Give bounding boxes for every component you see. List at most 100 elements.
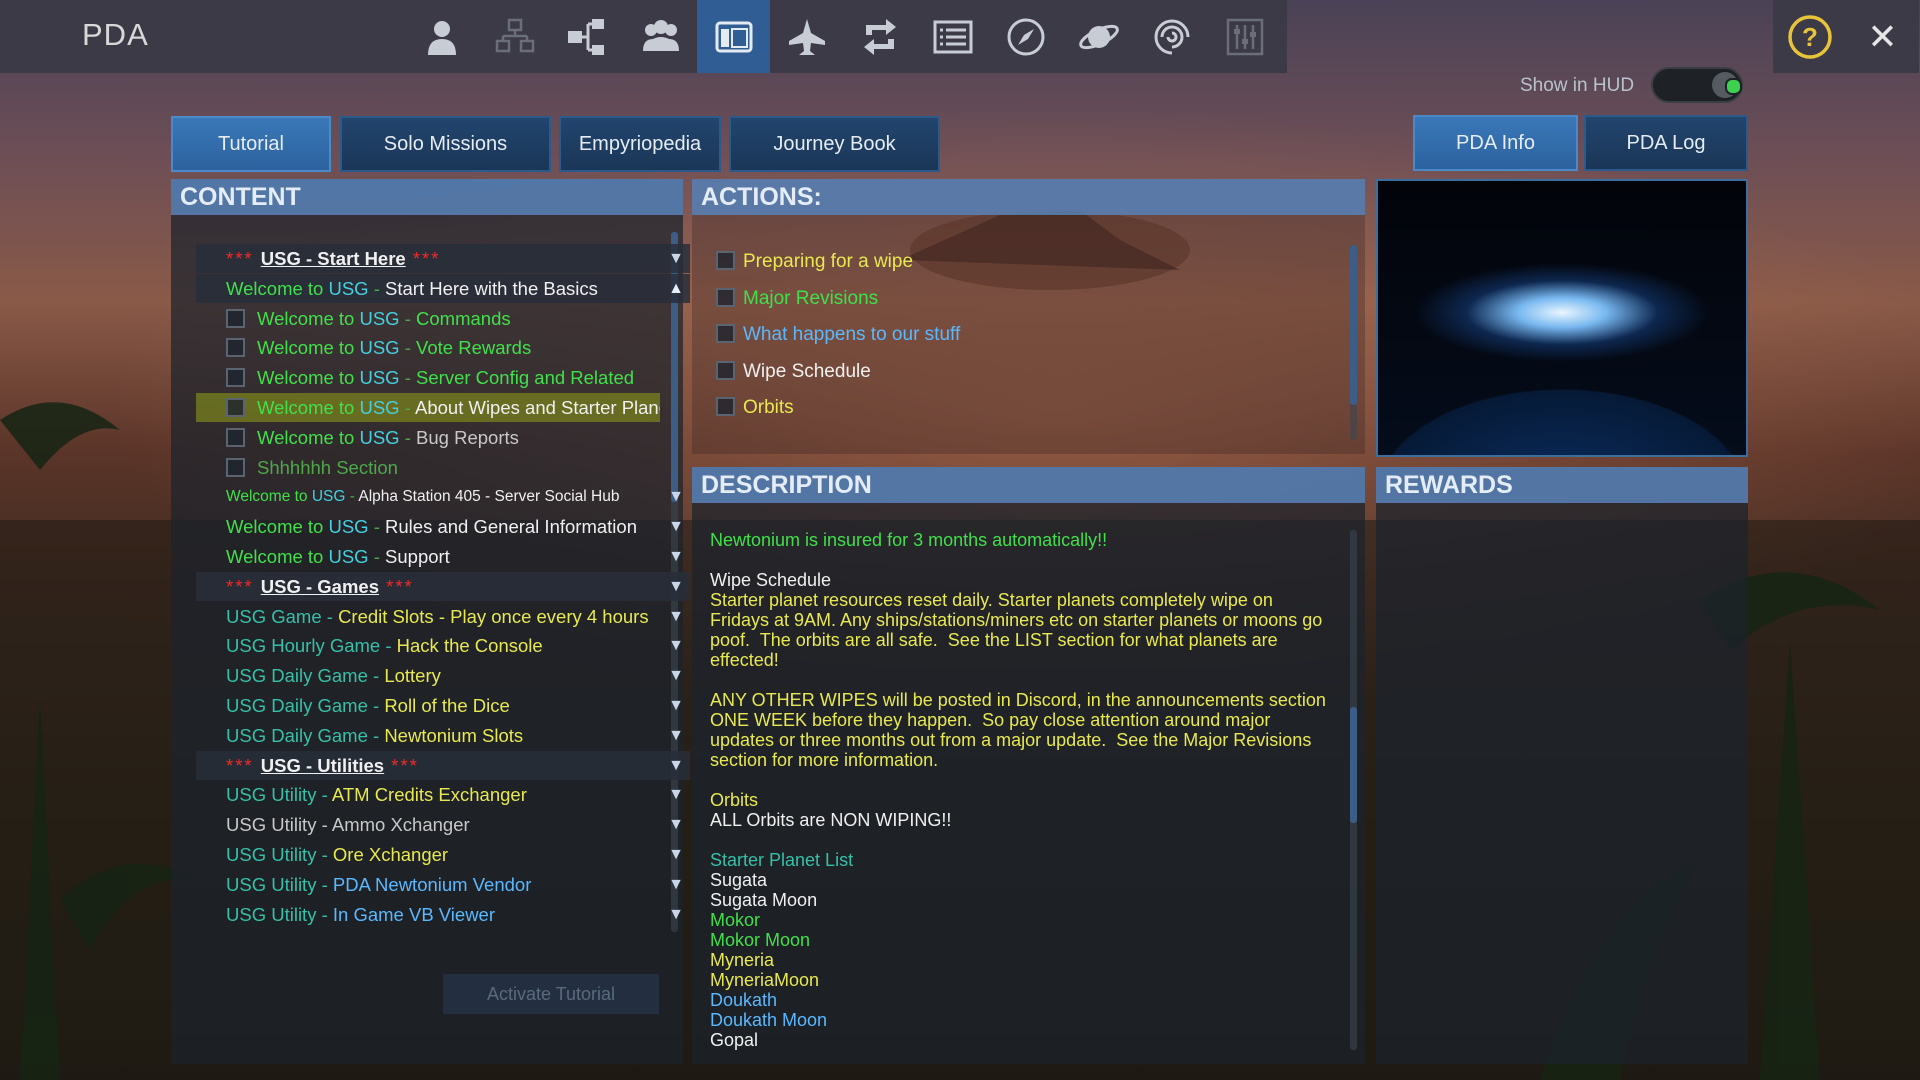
collapse-arrow-icon[interactable]: ▲ xyxy=(668,274,684,303)
tab-solo-missions[interactable]: Solo Missions xyxy=(340,116,551,172)
expand-arrow-icon[interactable]: ▼ xyxy=(668,840,684,869)
action-label: Major Revisions xyxy=(743,287,879,309)
actions-scroll-thumb[interactable] xyxy=(1350,245,1357,405)
item-checkbox[interactable] xyxy=(226,338,245,358)
expand-arrow-icon[interactable]: ▼ xyxy=(668,810,684,839)
action-label: Orbits xyxy=(743,397,794,418)
preview-image xyxy=(1376,179,1748,457)
action-item[interactable]: What happens to our stuff xyxy=(716,317,960,353)
ship-icon[interactable] xyxy=(770,0,843,73)
expand-arrow-icon[interactable]: ▼ xyxy=(668,572,684,601)
item-text: Ore Xchanger xyxy=(332,844,449,865)
settings-icon[interactable] xyxy=(1208,0,1281,73)
action-checkbox[interactable] xyxy=(716,287,735,307)
description-line: Starter Planet List xyxy=(710,850,854,870)
action-item[interactable]: Major Revisions xyxy=(716,281,878,317)
activate-tutorial-button[interactable]: Activate Tutorial xyxy=(443,974,659,1014)
item-text: Start Here with the Basics xyxy=(385,277,598,299)
expand-arrow-icon[interactable]: ▼ xyxy=(668,691,684,720)
content-list-item[interactable]: USG Utility - Ore Xchanger ▼ xyxy=(196,840,690,869)
description-line: MyneriaMoon xyxy=(710,970,820,990)
planet-icon[interactable] xyxy=(1062,0,1135,73)
description-scroll-thumb[interactable] xyxy=(1350,707,1357,823)
tab-empyriopedia[interactable]: Empyriopedia xyxy=(559,116,721,172)
content-list-item[interactable]: USG Daily Game - Newtonium Slots ▼ xyxy=(196,721,690,750)
expand-arrow-icon[interactable]: ▼ xyxy=(668,244,684,273)
expand-arrow-icon[interactable]: ▼ xyxy=(668,780,684,809)
item-text: USG Game - xyxy=(226,605,339,627)
faction-icon[interactable] xyxy=(624,0,697,73)
expand-arrow-icon[interactable]: ▼ xyxy=(668,900,684,929)
expand-arrow-icon[interactable]: ▼ xyxy=(668,721,684,750)
item-text: Welcome to xyxy=(226,488,312,506)
item-text: *** xyxy=(226,248,261,269)
content-sub-item[interactable]: Welcome to USG - Vote Rewards xyxy=(196,333,660,362)
expand-arrow-icon[interactable]: ▼ xyxy=(668,512,684,541)
description-line: Doukath Moon xyxy=(710,1010,828,1030)
actions-scrollbar[interactable] xyxy=(1350,245,1357,440)
action-item[interactable]: Orbits xyxy=(716,390,794,426)
content-section-header[interactable]: *** USG - Utilities *** ▼ xyxy=(196,750,690,780)
content-sub-item[interactable]: Welcome to USG - Bug Reports xyxy=(196,423,660,452)
item-text: Welcome to xyxy=(257,307,360,329)
content-list-item[interactable]: USG Utility - Ammo Xchanger ▼ xyxy=(196,810,690,839)
pda-icon[interactable] xyxy=(697,0,770,73)
expand-arrow-icon[interactable]: ▼ xyxy=(668,631,684,660)
content-list-item[interactable]: Welcome to USG - Support ▼ xyxy=(196,542,690,571)
content-list-item[interactable]: Welcome to USG - Start Here with the Bas… xyxy=(196,273,690,303)
action-checkbox[interactable] xyxy=(716,251,735,270)
tab-tutorial[interactable]: Tutorial xyxy=(171,116,331,172)
help-button[interactable]: ? xyxy=(1773,0,1846,73)
item-checkbox[interactable] xyxy=(226,427,245,447)
content-list-item[interactable]: USG Hourly Game - Hack the Console ▼ xyxy=(196,631,690,660)
content-list-item[interactable]: USG Daily Game - Lottery ▼ xyxy=(196,661,690,690)
expand-arrow-icon[interactable]: ▼ xyxy=(668,482,684,511)
structures-icon[interactable] xyxy=(478,0,551,73)
item-text: USG xyxy=(359,397,400,418)
content-section-header[interactable]: *** USG - Games *** ▼ xyxy=(196,571,690,601)
content-sub-item[interactable]: Welcome to USG - Server Config and Relat… xyxy=(196,363,660,392)
content-list-item[interactable]: USG Utility - PDA Newtonium Vendor ▼ xyxy=(196,870,690,899)
factory-icon[interactable] xyxy=(551,0,624,73)
item-checkbox[interactable] xyxy=(226,308,245,328)
item-text: In Game VB Viewer xyxy=(332,903,496,925)
content-section-header[interactable]: *** USG - Start Here *** ▼ xyxy=(196,244,690,273)
item-text: Welcome to xyxy=(257,337,360,359)
compass-icon[interactable] xyxy=(989,0,1062,73)
item-checkbox[interactable] xyxy=(226,398,245,417)
item-text: USG - Utilities xyxy=(260,754,385,776)
list-icon[interactable] xyxy=(916,0,989,73)
item-checkbox[interactable] xyxy=(226,457,245,477)
galaxy-icon[interactable] xyxy=(1135,0,1208,73)
expand-arrow-icon[interactable]: ▼ xyxy=(668,751,684,780)
tab-pda-log[interactable]: PDA Log xyxy=(1584,115,1748,171)
description-scrollbar[interactable] xyxy=(1350,530,1357,1050)
svg-text:?: ? xyxy=(1802,22,1818,52)
content-sub-item[interactable]: Shhhhhh Section xyxy=(196,453,660,482)
trade-icon[interactable] xyxy=(843,0,916,73)
content-list-item[interactable]: Welcome to USG - Alpha Station 405 - Ser… xyxy=(196,482,690,511)
tab-pda-info[interactable]: PDA Info xyxy=(1413,115,1578,171)
player-icon[interactable] xyxy=(405,0,478,73)
expand-arrow-icon[interactable]: ▼ xyxy=(668,602,684,631)
action-checkbox[interactable] xyxy=(716,397,735,416)
tab-journey-book[interactable]: Journey Book xyxy=(729,116,940,172)
show-in-hud-toggle[interactable] xyxy=(1651,67,1743,103)
action-checkbox[interactable] xyxy=(716,324,735,343)
close-button[interactable]: ✕ xyxy=(1846,0,1919,73)
content-list-item[interactable]: USG Daily Game - Roll of the Dice ▼ xyxy=(196,691,690,720)
content-list-item[interactable]: USG Game - Credit Slots - Play once ever… xyxy=(196,602,690,631)
content-sub-item[interactable]: Welcome to USG - About Wipes and Starter… xyxy=(196,393,660,422)
content-list-item[interactable]: USG Utility - ATM Credits Exchanger ▼ xyxy=(196,780,690,809)
item-text: USG xyxy=(328,546,369,567)
action-item[interactable]: Wipe Schedule xyxy=(716,354,871,390)
expand-arrow-icon[interactable]: ▼ xyxy=(668,542,684,571)
action-checkbox[interactable] xyxy=(716,360,735,380)
content-list-item[interactable]: Welcome to USG - Rules and General Infor… xyxy=(196,512,690,541)
expand-arrow-icon[interactable]: ▼ xyxy=(668,870,684,899)
action-item[interactable]: Preparing for a wipe xyxy=(716,244,913,280)
expand-arrow-icon[interactable]: ▼ xyxy=(668,661,684,690)
content-list-item[interactable]: USG Utility - In Game VB Viewer ▼ xyxy=(196,900,690,929)
item-checkbox[interactable] xyxy=(226,368,245,388)
content-sub-item[interactable]: Welcome to USG - Commands xyxy=(196,304,660,333)
